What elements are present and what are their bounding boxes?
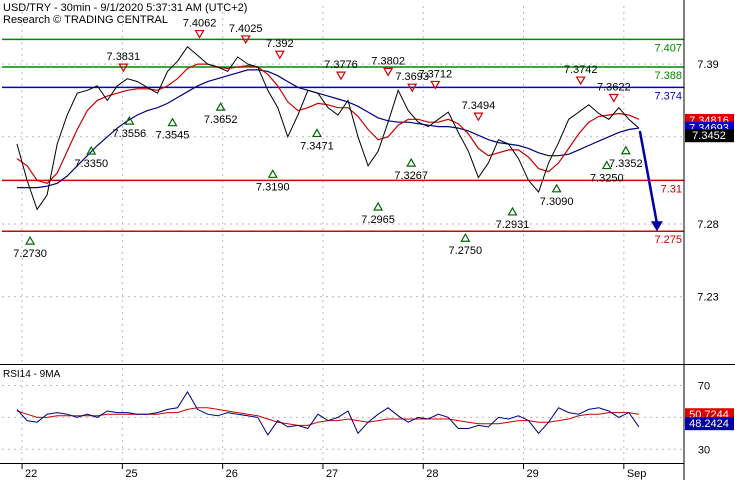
swing-low-label: 7.3190	[256, 181, 290, 193]
swing-high-label: 7.4025	[229, 23, 263, 35]
chart-background	[0, 0, 735, 480]
x-tick-label: 26	[226, 468, 238, 480]
swing-low-label: 7.2750	[449, 245, 483, 257]
swing-low-label: 7.3545	[156, 130, 190, 142]
swing-low-label: 7.3352	[609, 158, 643, 170]
swing-high-label: 7.3712	[418, 68, 452, 80]
swing-high-label: 7.3831	[107, 51, 141, 63]
chart-subtitle: Research © TRADING CENTRAL	[3, 14, 168, 26]
rsi-tick-label: 70	[698, 381, 710, 393]
swing-low-label: 7.3652	[204, 114, 238, 126]
level-label: 7.388	[654, 70, 682, 82]
swing-low-label: 7.3471	[300, 140, 334, 152]
y-tick-label: 7.23	[697, 292, 718, 304]
swing-high-label: 7.3622	[597, 82, 631, 94]
level-label: 7.31	[661, 183, 682, 195]
y-tick-label: 7.39	[697, 59, 718, 71]
x-tick-label: 22	[25, 468, 37, 480]
swing-low-label: 7.3250	[590, 173, 624, 185]
swing-low-label: 7.2931	[496, 219, 530, 231]
x-tick-label: Sep	[627, 468, 647, 480]
rsi-tick-label: 30	[698, 444, 710, 456]
swing-high-label: 7.392	[266, 38, 294, 50]
x-tick-label: 28	[426, 468, 438, 480]
swing-high-label: 7.3494	[462, 100, 496, 112]
swing-low-label: 7.3556	[113, 128, 147, 140]
swing-low-label: 7.3267	[394, 170, 428, 182]
swing-high-label: 7.3802	[371, 55, 405, 67]
swing-high-label: 7.3742	[564, 64, 598, 76]
y-tick-label: 7.28	[697, 219, 718, 231]
rsi-tag-label: 48.2424	[689, 418, 729, 430]
swing-high-label: 7.3776	[324, 59, 358, 71]
swing-low-label: 7.2965	[361, 214, 395, 226]
forex-chart: USD/TRY - 30min - 9/1/2020 5:37:31 AM (U…	[0, 0, 735, 480]
swing-low-label: 7.3350	[74, 158, 108, 170]
price-tag-label: 7.3452	[692, 130, 726, 142]
x-tick-label: 27	[326, 468, 338, 480]
level-label: 7.275	[654, 234, 682, 246]
x-tick-label: 25	[125, 468, 137, 480]
swing-low-label: 7.2730	[13, 248, 47, 260]
swing-low-label: 7.3090	[540, 196, 574, 208]
chart-title: USD/TRY - 30min - 9/1/2020 5:37:31 AM (U…	[3, 2, 247, 14]
rsi-title: RSI14 - 9MA	[3, 369, 61, 380]
swing-high-label: 7.4062	[183, 18, 217, 30]
level-label: 7.374	[654, 90, 682, 102]
x-tick-label: 29	[527, 468, 539, 480]
level-label: 7.407	[654, 42, 682, 54]
